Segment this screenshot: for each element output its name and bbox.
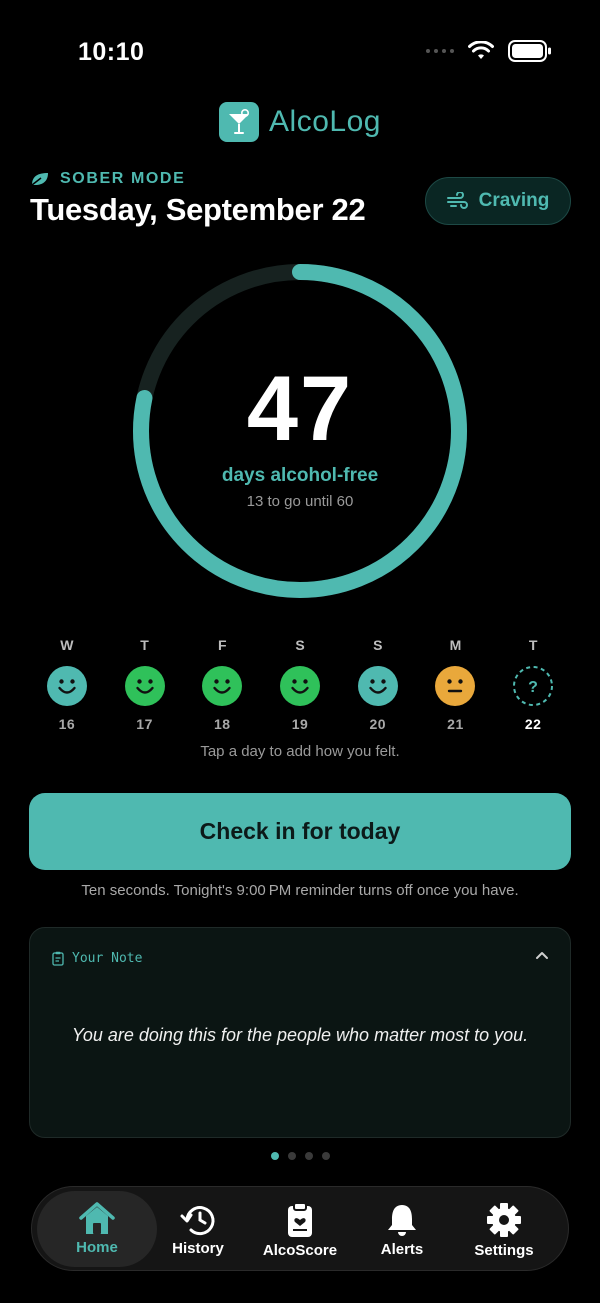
day-item[interactable]: F 18 bbox=[183, 637, 261, 732]
smiley-icon bbox=[280, 666, 321, 706]
week-hint: Tap a day to add how you felt. bbox=[200, 743, 400, 760]
tab-alcoscore[interactable]: AlcoScore bbox=[250, 1187, 350, 1272]
day-number: 18 bbox=[214, 716, 231, 732]
tab-label: Settings bbox=[474, 1241, 534, 1259]
page-dot[interactable] bbox=[304, 1152, 313, 1160]
page-indicator bbox=[0, 1152, 600, 1160]
day-number: 21 bbox=[447, 716, 464, 732]
day-number: 17 bbox=[136, 716, 153, 732]
craving-button[interactable]: Craving bbox=[425, 177, 571, 225]
week-mood-row: W 16 T 17 F 18 S 19 S 20 M 21 T? 22 bbox=[28, 637, 572, 732]
note-header: Your Note bbox=[52, 951, 142, 966]
note-card[interactable]: Your Note You are doing this for the peo… bbox=[29, 927, 571, 1138]
tab-label: Home bbox=[76, 1239, 118, 1256]
check-in-button[interactable]: Check in for today bbox=[29, 793, 571, 870]
page-dot[interactable] bbox=[270, 1152, 279, 1160]
tab-label: History bbox=[172, 1239, 224, 1257]
status-time: 10:10 bbox=[78, 38, 145, 66]
tab-history[interactable]: History bbox=[146, 1187, 250, 1272]
status-icons bbox=[426, 40, 552, 62]
days-count: 47 bbox=[246, 358, 354, 460]
tab-bar: Home History AlcoScore Alerts Settings bbox=[31, 1186, 569, 1271]
day-item[interactable]: T? 22 bbox=[494, 637, 572, 732]
smiley-icon bbox=[124, 666, 165, 706]
day-number: 22 bbox=[524, 716, 542, 732]
day-number: 19 bbox=[291, 716, 309, 732]
smiley-icon bbox=[202, 666, 243, 706]
day-letter: W bbox=[60, 637, 74, 653]
day-item[interactable]: W 16 bbox=[28, 637, 106, 732]
goal-label: 13 to go until 60 bbox=[246, 493, 354, 510]
wifi-icon bbox=[468, 41, 494, 59]
cocktail-icon bbox=[219, 102, 260, 142]
day-letter: F bbox=[218, 637, 227, 653]
battery-icon bbox=[508, 40, 551, 62]
note-body: You are doing this for the people who ma… bbox=[71, 1025, 529, 1045]
home-icon bbox=[79, 1202, 115, 1234]
tab-settings[interactable]: Settings bbox=[454, 1187, 554, 1272]
page-dot[interactable] bbox=[321, 1152, 330, 1160]
signal-icon bbox=[426, 49, 454, 53]
day-letter: M bbox=[449, 637, 462, 653]
day-letter: T bbox=[528, 637, 538, 653]
chevron-up-icon[interactable] bbox=[534, 950, 550, 962]
page-title: Tuesday, September 22 bbox=[30, 192, 366, 227]
gear-icon bbox=[487, 1202, 521, 1237]
day-item[interactable]: M 21 bbox=[417, 637, 495, 732]
day-item[interactable]: S 20 bbox=[339, 637, 417, 732]
history-icon bbox=[180, 1205, 215, 1235]
tab-alerts[interactable]: Alerts bbox=[350, 1187, 454, 1272]
page-dot[interactable] bbox=[287, 1152, 296, 1160]
smiley-icon bbox=[46, 666, 87, 706]
day-item[interactable]: T 17 bbox=[106, 637, 184, 732]
app-name: AlcoLog bbox=[269, 105, 381, 138]
app-logo: AlcoLog bbox=[0, 102, 600, 142]
mode-label: SOBER MODE bbox=[30, 170, 185, 188]
mode-text: SOBER MODE bbox=[60, 170, 186, 187]
reminder-text: Ten seconds. Tonight's 9:00 PM reminder … bbox=[81, 882, 519, 899]
day-number: 16 bbox=[58, 716, 76, 732]
day-letter: T bbox=[140, 637, 149, 653]
craving-label: Craving bbox=[478, 190, 550, 211]
svg-text:?: ? bbox=[528, 679, 538, 696]
day-item[interactable]: S 19 bbox=[261, 637, 339, 732]
leaf-icon bbox=[31, 173, 48, 186]
day-letter: S bbox=[295, 637, 305, 653]
wind-icon bbox=[446, 192, 468, 209]
note-title: Your Note bbox=[72, 951, 143, 966]
day-letter: S bbox=[373, 637, 383, 653]
tab-home[interactable]: Home bbox=[37, 1191, 157, 1267]
clipboard-heart-icon bbox=[288, 1201, 312, 1237]
question-icon: ? bbox=[513, 666, 554, 706]
tab-label: AlcoScore bbox=[262, 1241, 338, 1259]
days-label: days alcohol-free bbox=[221, 465, 379, 486]
bell-icon bbox=[388, 1204, 416, 1236]
clipboard-icon bbox=[52, 951, 64, 966]
neutral-face-icon bbox=[435, 666, 476, 706]
tab-label: Alerts bbox=[380, 1240, 424, 1258]
day-number: 20 bbox=[369, 716, 387, 732]
smiley-icon bbox=[357, 666, 398, 706]
